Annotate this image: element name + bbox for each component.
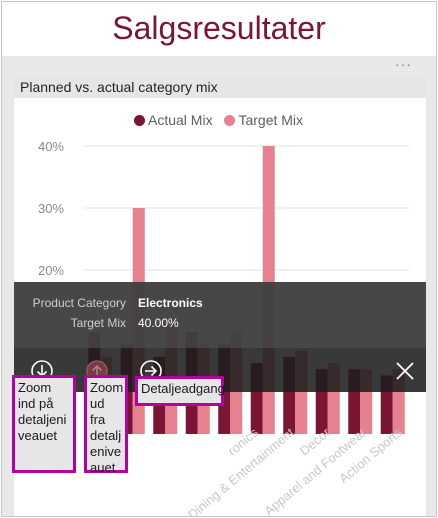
report-frame: Salgsresultater ··· Planned vs. actual c…	[1, 1, 437, 517]
tooltip-label-target: Target Mix	[70, 316, 126, 330]
callout-drill-through: Detaljeadgang	[135, 376, 225, 406]
tooltip-label-category: Product Category	[32, 296, 126, 310]
tooltip-value-category: Electronics	[138, 296, 203, 310]
close-icon	[396, 362, 414, 380]
callout-drill-up: Zoom ud fra detalj enive auet	[84, 375, 128, 475]
page-title: Salgsresultater	[112, 10, 326, 46]
data-tooltip: Product Category Electronics Target Mix …	[14, 282, 426, 348]
y-tick-label: 40%	[38, 139, 64, 154]
close-button[interactable]	[392, 358, 418, 384]
y-tick-label: 30%	[38, 201, 64, 216]
more-options-icon[interactable]: ···	[395, 56, 412, 72]
callout-drill-down: Zoom ind på detaljeni veauet	[12, 375, 76, 473]
tooltip-value-target: 40.00%	[138, 316, 179, 330]
y-tick-label: 20%	[38, 263, 64, 278]
